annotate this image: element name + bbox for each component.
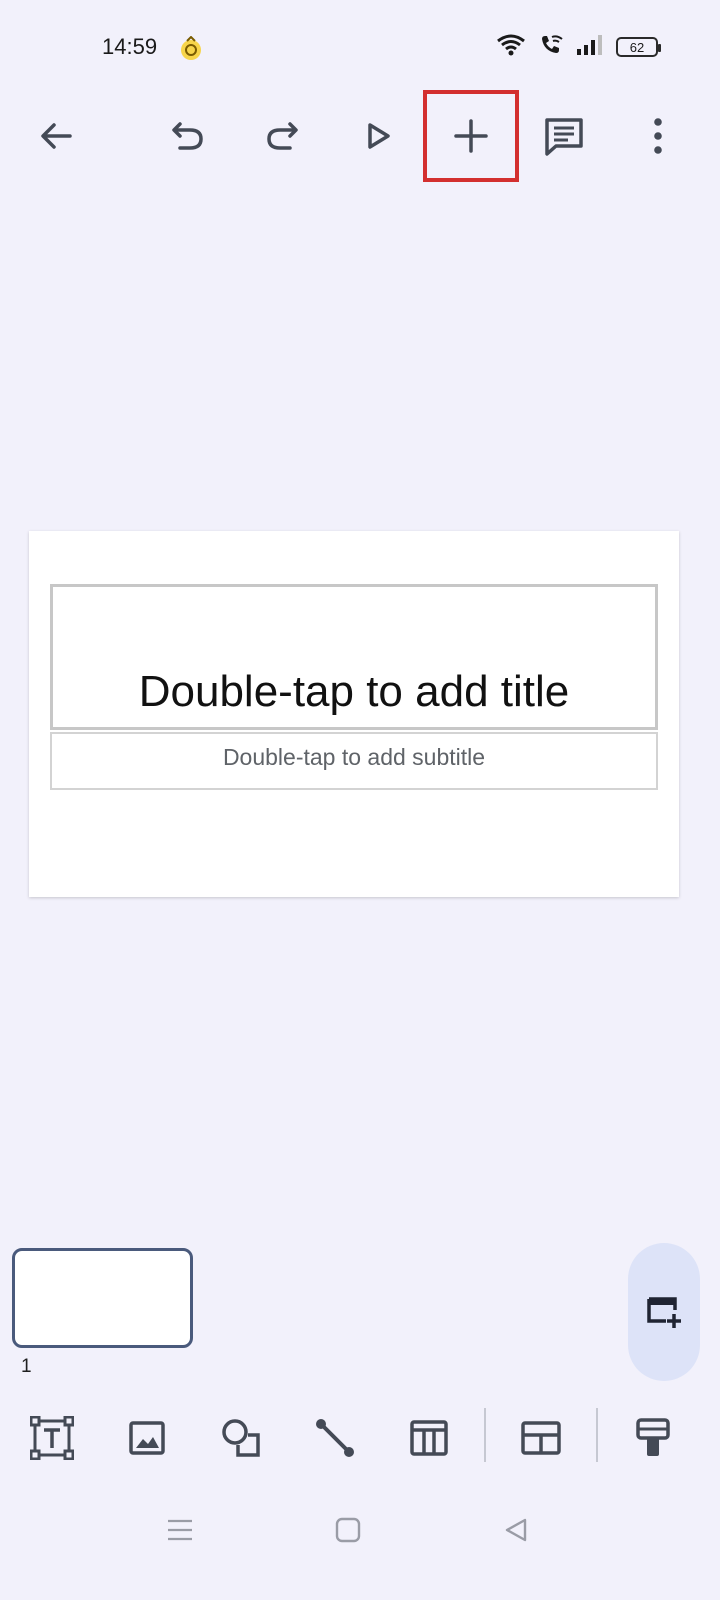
- title-placeholder: Double-tap to add title: [138, 667, 570, 716]
- new-slide-button[interactable]: [628, 1243, 700, 1381]
- top-toolbar: [0, 90, 720, 182]
- comments-button[interactable]: [518, 90, 610, 182]
- image-icon: [129, 1421, 165, 1455]
- battery-icon: 62: [616, 37, 661, 57]
- back-triangle-icon: [505, 1518, 527, 1542]
- subtitle-placeholder-box[interactable]: Double-tap to add subtitle: [50, 732, 658, 790]
- back-button[interactable]: [10, 90, 102, 182]
- status-time: 14:59: [102, 34, 158, 59]
- menu-icon: [168, 1519, 192, 1541]
- table-button[interactable]: [399, 1408, 459, 1468]
- title-placeholder-box[interactable]: Double-tap to add title: [50, 584, 658, 730]
- undo-button[interactable]: [142, 90, 234, 182]
- home-square-icon: [335, 1517, 361, 1543]
- image-button[interactable]: [117, 1408, 177, 1468]
- format-paint-icon: [636, 1418, 670, 1456]
- plus-icon: [454, 119, 488, 153]
- wifi-icon: [496, 33, 526, 62]
- slide-thumbnail[interactable]: [12, 1248, 193, 1348]
- layout-button[interactable]: [511, 1408, 571, 1468]
- status-indicators: 62: [496, 32, 661, 62]
- play-icon: [368, 123, 390, 149]
- text-box-button[interactable]: [22, 1408, 82, 1468]
- status-bar: 14:59 62: [0, 0, 720, 96]
- recent-apps-button[interactable]: [160, 1510, 200, 1550]
- shape-button[interactable]: [211, 1408, 271, 1468]
- comment-icon: [545, 118, 583, 156]
- line-icon: [316, 1419, 354, 1457]
- more-options-button[interactable]: [612, 90, 704, 182]
- system-nav-bar: [0, 1500, 720, 1560]
- present-button[interactable]: [332, 90, 424, 182]
- table-icon: [410, 1420, 448, 1456]
- redo-icon: [267, 122, 298, 150]
- undo-icon: [172, 122, 203, 150]
- new-slide-icon: [647, 1297, 681, 1328]
- slide-number: 1: [21, 1356, 32, 1377]
- back-arrow-icon: [41, 123, 72, 149]
- insert-toolbar: [0, 1400, 720, 1472]
- redo-button[interactable]: [236, 90, 328, 182]
- shape-icon: [222, 1419, 260, 1457]
- back-nav-button[interactable]: [496, 1510, 536, 1550]
- subtitle-placeholder: Double-tap to add subtitle: [222, 743, 486, 770]
- line-button[interactable]: [305, 1408, 365, 1468]
- wifi-call-icon: [538, 33, 564, 62]
- more-vert-icon: [654, 118, 662, 154]
- text-box-icon: [30, 1416, 74, 1460]
- home-button[interactable]: [328, 1510, 368, 1550]
- toolbar-divider: [484, 1408, 486, 1462]
- toolbar-divider: [596, 1408, 598, 1462]
- layout-icon: [521, 1421, 561, 1455]
- notification-app-icon: [178, 35, 204, 62]
- format-paint-button[interactable]: [623, 1408, 683, 1468]
- slide-canvas[interactable]: Double-tap to add title Double-tap to ad…: [29, 531, 679, 897]
- signal-icon: [576, 34, 604, 61]
- insert-button[interactable]: [423, 90, 519, 182]
